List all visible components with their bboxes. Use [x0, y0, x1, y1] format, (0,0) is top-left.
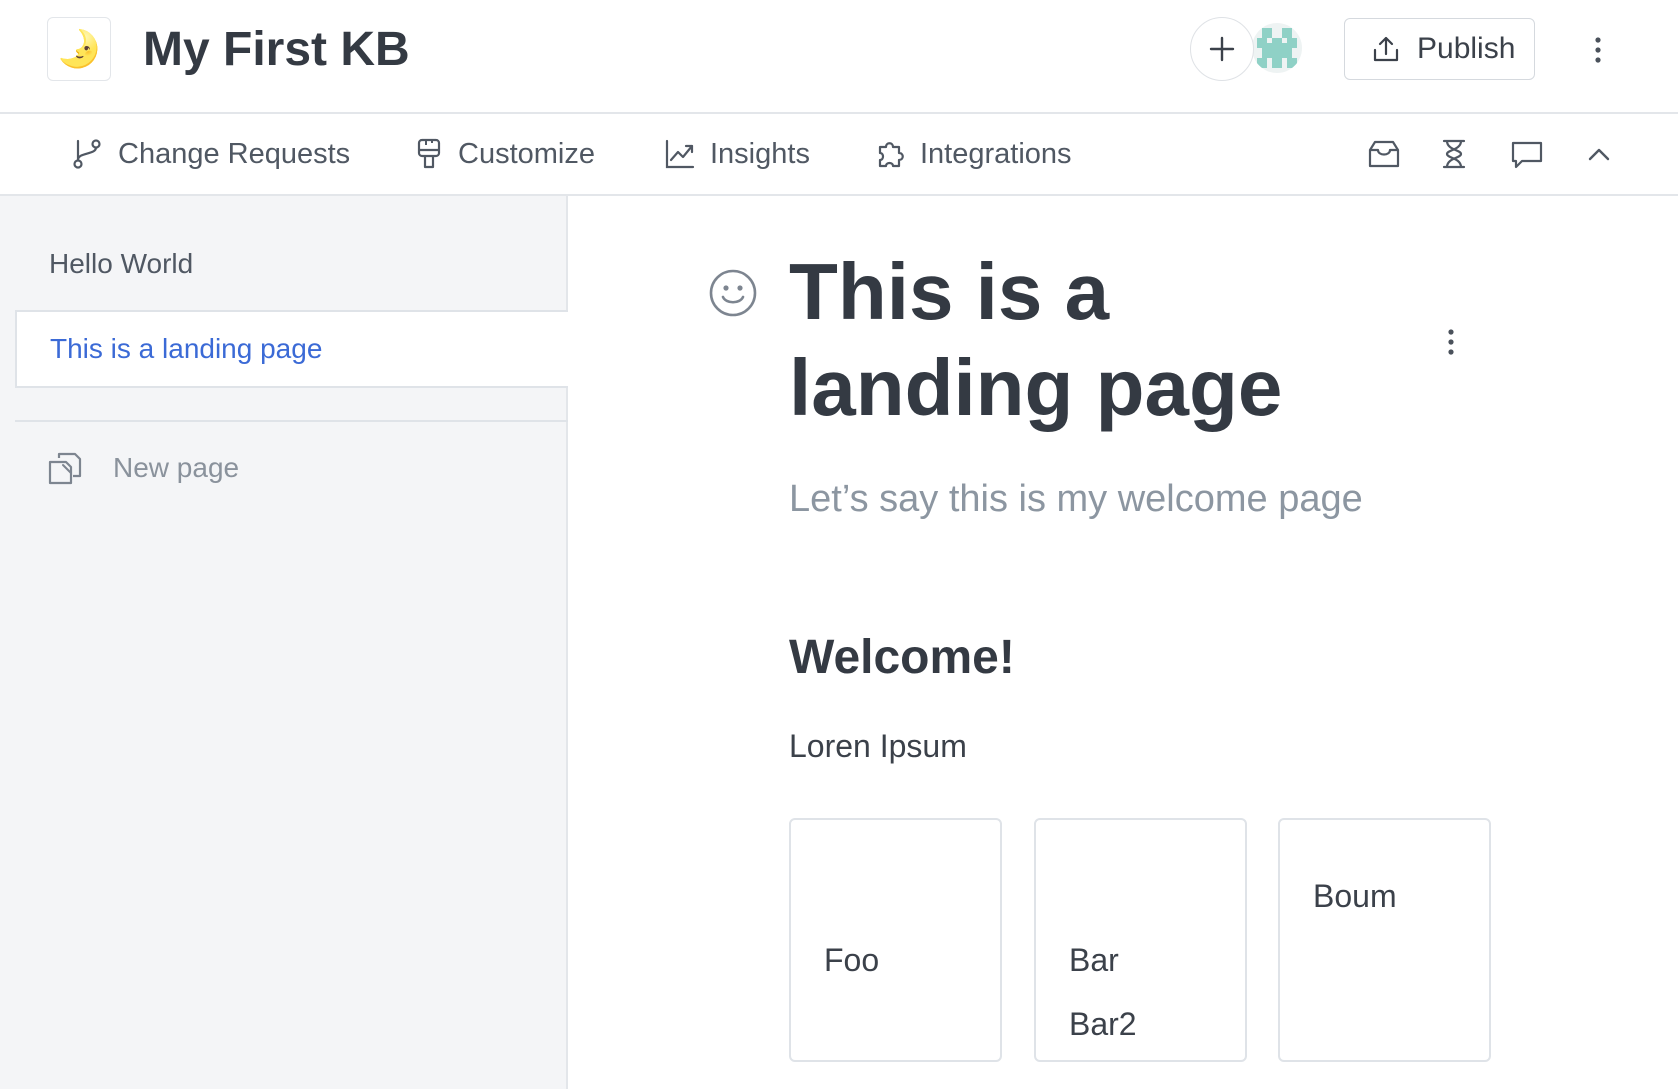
inbox-button[interactable] [1364, 134, 1404, 174]
toolbar-integrations[interactable]: Integrations [874, 114, 1072, 194]
card-boum[interactable]: Boum [1278, 818, 1491, 1062]
sidebar-item-label: This is a landing page [50, 333, 323, 364]
card-bar[interactable]: Bar Bar2 [1034, 818, 1247, 1062]
sidebar-item-landing-page[interactable]: This is a landing page [15, 310, 568, 388]
more-options-button[interactable] [1582, 30, 1614, 70]
space-title[interactable]: My First KB [143, 18, 410, 82]
page-tree-sidebar: Hello World This is a landing page New p… [0, 196, 568, 1089]
page-emoji-button[interactable] [707, 267, 759, 319]
page-options-button[interactable] [1437, 322, 1465, 362]
smiley-icon [709, 269, 757, 317]
sidebar-divider [15, 420, 568, 422]
chevron-up-icon [1588, 148, 1610, 161]
comments-button[interactable] [1507, 134, 1547, 174]
toolbar-item-label: Customize [458, 137, 595, 170]
section-heading[interactable]: Welcome! [789, 628, 1015, 688]
puzzle-icon [878, 142, 904, 168]
vertical-dots-icon [1448, 329, 1454, 355]
inbox-icon [1368, 140, 1400, 168]
new-page-button[interactable]: New page [47, 444, 239, 492]
paragraph[interactable]: Loren Ipsum [789, 726, 967, 766]
toolbar-change-requests[interactable]: Change Requests [70, 114, 350, 194]
publish-button[interactable]: Publish [1344, 18, 1535, 80]
space-toolbar: Change Requests Customize Insights Integ… [0, 114, 1678, 196]
space-logo[interactable]: 🌛 [47, 17, 111, 81]
toolbar-customize[interactable]: Customize [414, 114, 595, 194]
comment-icon [1511, 141, 1543, 169]
add-button[interactable] [1190, 17, 1254, 81]
collapse-toolbar-button[interactable] [1579, 134, 1619, 174]
vertical-dots-icon [1595, 37, 1601, 63]
chart-icon [665, 139, 695, 169]
card-text: Bar2 [1069, 1006, 1137, 1042]
card-text: Boum [1313, 878, 1397, 914]
page-description[interactable]: Let’s say this is my welcome page [789, 474, 1363, 524]
page-title[interactable]: This is a landing page [789, 244, 1349, 436]
new-page-label: New page [113, 452, 240, 483]
moon-icon: 🌛 [56, 28, 102, 69]
card-text: Foo [824, 942, 880, 978]
toolbar-insights[interactable]: Insights [664, 114, 810, 194]
paintbrush-icon [417, 138, 441, 169]
avatar[interactable] [1252, 23, 1302, 73]
top-header: 🌛 My First KB Publish [0, 0, 1678, 114]
branch-icon [73, 139, 101, 169]
upload-icon [1373, 36, 1399, 62]
hourglass-icon [1442, 139, 1466, 169]
history-button[interactable] [1434, 134, 1474, 174]
plus-icon [1209, 36, 1235, 62]
toolbar-item-label: Change Requests [118, 137, 351, 170]
sidebar-item-hello-world[interactable]: Hello World [49, 248, 193, 280]
avatar-identicon [1257, 28, 1297, 68]
publish-label: Publish [1417, 32, 1516, 65]
toolbar-item-label: Integrations [920, 137, 1072, 170]
card-foo[interactable]: Foo [789, 818, 1002, 1062]
card-text: Bar [1069, 942, 1119, 978]
new-page-icon [48, 452, 82, 485]
toolbar-item-label: Insights [710, 137, 810, 170]
